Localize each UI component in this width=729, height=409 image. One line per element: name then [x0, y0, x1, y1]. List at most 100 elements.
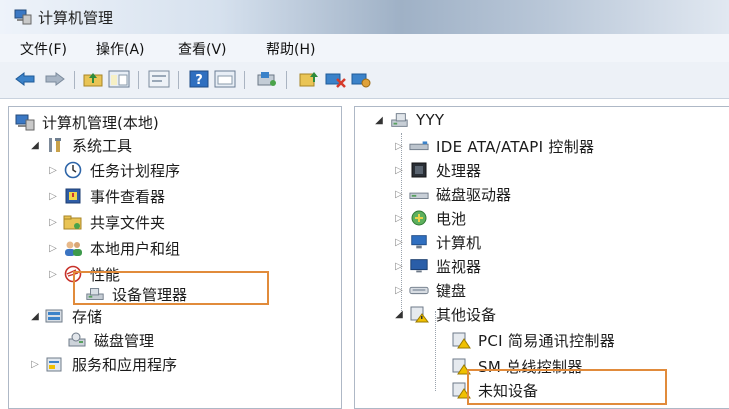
disable-device-icon — [325, 73, 346, 88]
tree-node-root[interactable]: 计算机管理(本地) — [15, 111, 159, 133]
disk-management-icon — [67, 331, 87, 349]
tree-node-ide[interactable]: ▷ IDE ATA/ATAPI 控制器 — [393, 135, 594, 157]
menu-view[interactable]: 查看(V) — [178, 39, 227, 59]
monitor-icon — [409, 257, 429, 275]
expanded-arrow-icon[interactable]: ◢ — [29, 140, 41, 151]
collapsed-arrow-icon[interactable]: ▷ — [47, 191, 59, 202]
tree-node-monitors[interactable]: ▷ 监视器 — [393, 255, 481, 277]
storage-label: 存储 — [72, 307, 103, 326]
unknown-device-label: 未知设备 — [478, 381, 539, 400]
forward-arrow-icon — [45, 72, 65, 86]
tree-node-unknown[interactable]: 未知设备 — [447, 379, 538, 401]
tree-node-keyboard[interactable]: ▷ 键盘 — [393, 279, 466, 301]
tree-node-pci[interactable]: PCI 简易通讯控制器 — [447, 329, 615, 351]
computer-name-label: YYY — [416, 111, 445, 129]
ide-label: IDE ATA/ATAPI 控制器 — [436, 137, 595, 156]
expanded-arrow-icon[interactable]: ◢ — [393, 309, 405, 320]
toolbar-separator — [178, 71, 179, 89]
collapsed-arrow-icon[interactable]: ▷ — [29, 359, 41, 370]
services-apps-label: 服务和应用程序 — [72, 355, 178, 374]
tree-node-task-scheduler[interactable]: ▷ 任务计划程序 — [47, 159, 180, 181]
disk-management-label: 磁盘管理 — [94, 331, 155, 350]
tree-node-storage[interactable]: ◢ 存储 — [29, 305, 102, 327]
computer-management-icon — [14, 9, 32, 25]
tree-node-battery[interactable]: ▷ 电池 — [393, 207, 466, 229]
update-driver-button[interactable] — [298, 69, 320, 89]
battery-label: 电池 — [436, 209, 467, 228]
update-driver-icon — [299, 72, 318, 87]
console-tree-button[interactable] — [108, 69, 130, 89]
expanded-arrow-icon[interactable]: ◢ — [373, 115, 385, 126]
expanded-arrow-icon[interactable]: ◢ — [29, 311, 41, 322]
shared-folder-icon — [63, 213, 83, 231]
collapsed-arrow-icon[interactable]: ▷ — [393, 285, 405, 296]
root-label: 计算机管理(本地) — [42, 113, 159, 132]
tree-node-shared-folders[interactable]: ▷ 共享文件夹 — [47, 211, 165, 233]
device-tree-pane: ◢ YYY ▷ IDE ATA/ATAPI 控制器 ▷ 处理器 ▷ 磁盘驱动器 … — [354, 106, 729, 409]
enable-device-icon — [351, 73, 371, 88]
tree-node-disk-drives[interactable]: ▷ 磁盘驱动器 — [393, 183, 511, 205]
battery-icon — [409, 209, 429, 227]
collapsed-arrow-icon[interactable]: ▷ — [47, 217, 59, 228]
tree-node-disk-management[interactable]: 磁盘管理 — [63, 329, 154, 351]
scan-hardware-icon — [257, 72, 276, 86]
menu-bar: 文件(F) 操作(A) 查看(V) 帮助(H) — [0, 34, 729, 62]
tree-node-computer-root[interactable]: ◢ YYY — [373, 109, 444, 131]
sm-label: SM 总线控制器 — [478, 357, 583, 376]
tree-node-performance[interactable]: ▷ 性能 — [47, 263, 120, 285]
properties-button[interactable] — [148, 69, 170, 89]
collapsed-arrow-icon[interactable]: ▷ — [393, 261, 405, 272]
computer-category-icon — [409, 233, 429, 251]
tree-node-event-viewer[interactable]: ▷ 事件查看器 — [47, 185, 165, 207]
other-devices-label: 其他设备 — [436, 305, 497, 324]
tree-node-sm[interactable]: SM 总线控制器 — [447, 355, 583, 377]
monitors-label: 监视器 — [436, 257, 482, 276]
collapsed-arrow-icon[interactable]: ▷ — [393, 213, 405, 224]
menu-help[interactable]: 帮助(H) — [266, 39, 315, 59]
computer-management-icon — [15, 113, 35, 131]
help-button[interactable]: ? — [188, 69, 210, 89]
scan-hardware-button[interactable] — [256, 69, 278, 89]
shared-folders-label: 共享文件夹 — [90, 213, 166, 232]
collapsed-arrow-icon[interactable]: ▷ — [47, 243, 59, 254]
tree-node-device-manager[interactable]: 设备管理器 — [81, 283, 187, 305]
collapsed-arrow-icon[interactable]: ▷ — [393, 165, 405, 176]
toolbar: ? — [0, 62, 729, 99]
storage-icon — [45, 307, 65, 325]
back-button[interactable] — [14, 69, 36, 89]
enable-device-button[interactable] — [350, 69, 372, 89]
folder-up-icon — [83, 73, 103, 87]
up-folder-button[interactable] — [82, 69, 104, 89]
tools-icon — [45, 136, 65, 154]
tree-node-local-users[interactable]: ▷ 本地用户和组 — [47, 237, 180, 259]
disable-device-button[interactable] — [324, 69, 346, 89]
tree-node-services-apps[interactable]: ▷ 服务和应用程序 — [29, 353, 177, 375]
menu-action[interactable]: 操作(A) — [96, 39, 145, 59]
window-title: 计算机管理 — [38, 9, 114, 27]
keyboard-icon — [409, 281, 429, 299]
toolbar-separator — [286, 71, 287, 89]
processor-icon — [409, 161, 429, 179]
menu-file[interactable]: 文件(F) — [20, 39, 67, 59]
collapsed-arrow-icon[interactable]: ▷ — [393, 141, 405, 152]
task-scheduler-label: 任务计划程序 — [90, 161, 181, 180]
forward-button[interactable] — [44, 69, 66, 89]
tree-node-other-devices[interactable]: ◢ 其他设备 — [393, 303, 496, 325]
back-arrow-icon — [15, 72, 35, 86]
console-tree-pane: 计算机管理(本地) ◢ 系统工具 ▷ 任务计划程序 ▷ 事件查看器 ▷ 共享文件… — [8, 106, 342, 409]
toolbar-separator — [74, 71, 75, 89]
toolbar-separator — [138, 71, 139, 89]
action-pane-icon — [214, 70, 236, 88]
collapsed-arrow-icon[interactable]: ▷ — [393, 189, 405, 200]
collapsed-arrow-icon[interactable]: ▷ — [47, 165, 59, 176]
tree-node-system-tools[interactable]: ◢ 系统工具 — [29, 134, 132, 156]
collapsed-arrow-icon[interactable]: ▷ — [393, 237, 405, 248]
device-manager-label: 设备管理器 — [112, 285, 188, 304]
help-icon: ? — [189, 70, 209, 88]
show-hide-action-pane-button[interactable] — [214, 69, 236, 89]
computer-icon — [389, 111, 409, 129]
collapsed-arrow-icon[interactable]: ▷ — [47, 269, 59, 280]
title-bar: 计算机管理 — [0, 0, 729, 35]
tree-node-processor[interactable]: ▷ 处理器 — [393, 159, 481, 181]
tree-node-computer[interactable]: ▷ 计算机 — [393, 231, 481, 253]
